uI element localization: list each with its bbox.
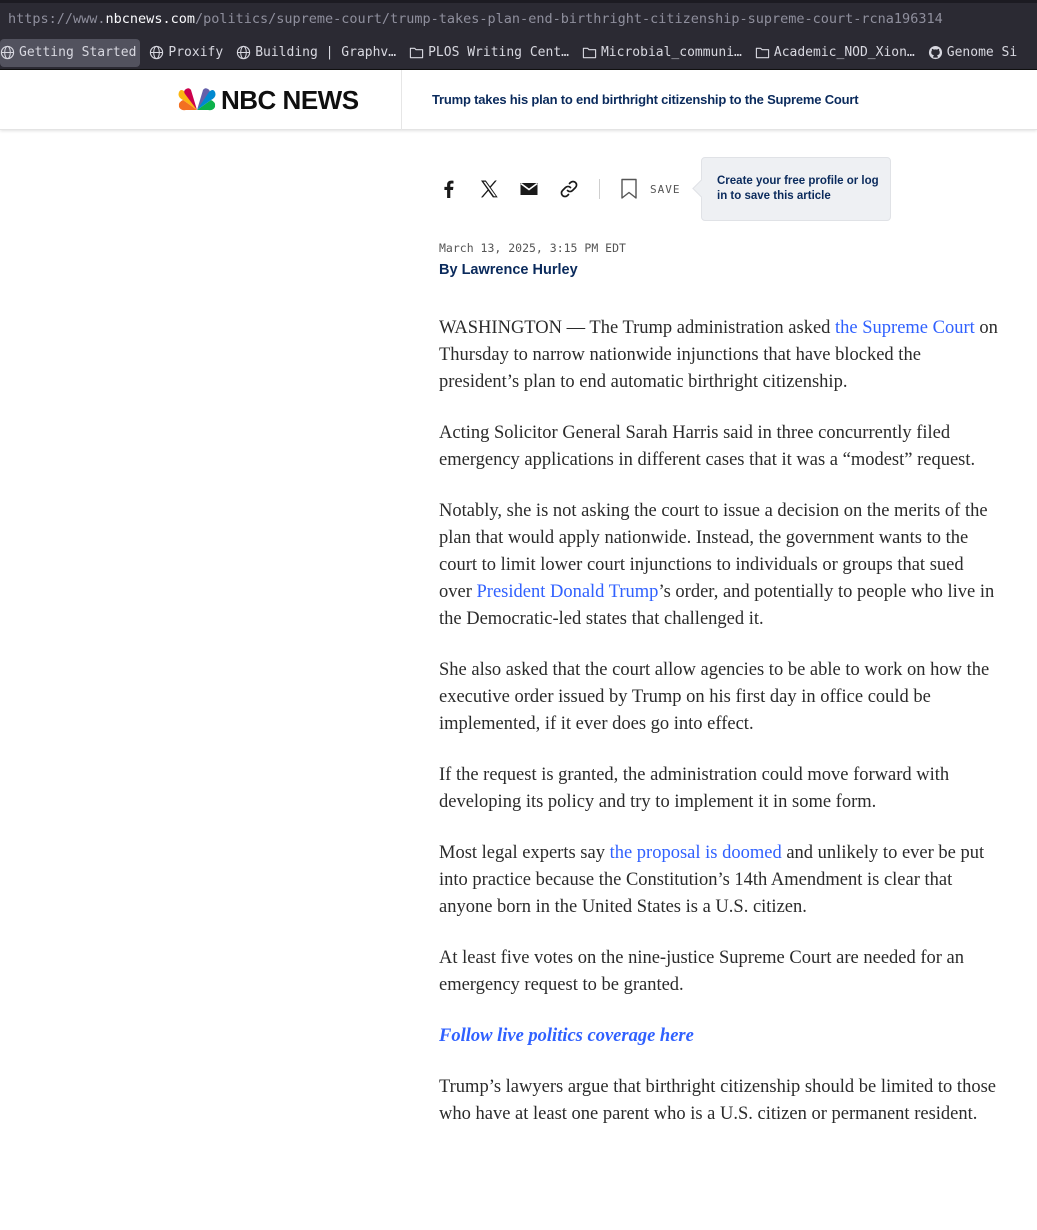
save-label: SAVE <box>650 182 681 196</box>
author-link[interactable]: Lawrence Hurley <box>462 262 578 278</box>
bookmark-icon <box>621 178 637 199</box>
logo-cell: NBC NEWS <box>0 70 402 130</box>
byline: By Lawrence Hurley <box>439 262 578 278</box>
paragraph-text: WASHINGTON — The Trump administration as… <box>439 318 836 338</box>
follow-live-coverage-link[interactable]: Follow live politics coverage here <box>439 1026 694 1046</box>
bookmark-label: Getting Started <box>19 45 137 60</box>
article-paragraph: Acting Solicitor General Sarah Harris sa… <box>439 423 976 470</box>
article-paragraph: Most legal experts say the proposal is d… <box>439 840 999 921</box>
article-paragraph: If the request is granted, the administr… <box>439 765 950 812</box>
site-header: NBC NEWS Trump takes his plan to end bir… <box>0 70 1037 130</box>
share-divider <box>599 179 600 199</box>
folder-icon <box>755 47 770 59</box>
header-article-title: Trump takes his plan to end birthright c… <box>432 92 859 107</box>
url-domain: nbcnews.com <box>105 11 195 27</box>
save-button[interactable]: SAVE <box>620 177 681 201</box>
email-icon[interactable] <box>518 178 540 200</box>
nbc-news-logo[interactable]: NBC NEWS <box>178 86 359 114</box>
article-paragraph: She also asked that the court allow agen… <box>439 660 990 734</box>
article-paragraph: WASHINGTON — The Trump administration as… <box>439 315 999 396</box>
article-paragraph: Notably, she is not asking the court to … <box>439 498 999 633</box>
github-icon <box>928 45 942 60</box>
bookmark-microbial[interactable]: Microbial_communi… <box>582 39 746 67</box>
bookmark-building-graphv[interactable]: Building | Graphv… <box>236 39 400 67</box>
folder-icon <box>582 47 597 59</box>
globe-icon <box>237 45 251 60</box>
share-bar: SAVE Create your free profile or log in … <box>438 157 898 221</box>
donald-trump-link[interactable]: President Donald Trump <box>477 582 659 602</box>
globe-icon <box>0 45 15 60</box>
peacock-icon <box>178 88 216 111</box>
url-prefix: https://www. <box>8 11 106 27</box>
address-bar[interactable]: https://www.nbcnews.com/politics/supreme… <box>0 0 1037 36</box>
facebook-icon[interactable] <box>438 178 460 200</box>
bookmark-label: Academic_NOD_Xion… <box>773 45 915 60</box>
bookmark-label: Building | Graphv… <box>255 45 397 60</box>
bookmark-label: PLOS Writing Cent… <box>428 45 569 60</box>
bookmarks-bar: Getting Started Proxify Building | Graph… <box>0 36 1037 70</box>
article-paragraph: Trump’s lawyers argue that birthright ci… <box>439 1077 996 1124</box>
folder-icon <box>409 47 424 59</box>
copy-link-icon[interactable] <box>558 178 580 200</box>
x-twitter-icon[interactable] <box>478 178 500 200</box>
save-tooltip[interactable]: Create your free profile or log in to sa… <box>701 157 891 221</box>
follow-paragraph: Follow live politics coverage here <box>439 1023 999 1050</box>
bookmark-academic[interactable]: Academic_NOD_Xion… <box>755 39 919 67</box>
bookmark-label: Proxify <box>168 45 224 60</box>
supreme-court-link[interactable]: the Supreme Court <box>835 318 975 338</box>
bookmark-plos-writing[interactable]: PLOS Writing Cent… <box>409 39 573 67</box>
article-paragraph: At least five votes on the nine-justice … <box>439 948 965 995</box>
globe-icon <box>150 45 164 60</box>
article-body: WASHINGTON — The Trump administration as… <box>439 315 999 1152</box>
logo-text: NBC NEWS <box>221 85 359 115</box>
paragraph-text: Most legal experts say <box>439 843 610 863</box>
bookmark-genome[interactable]: Genome Si <box>928 39 1021 67</box>
proposal-doomed-link[interactable]: the proposal is doomed <box>610 843 782 863</box>
bookmark-getting-started[interactable]: Getting Started <box>0 38 141 67</box>
url-path: /politics/supreme-court/trump-takes-plan… <box>194 11 943 27</box>
bookmark-proxify[interactable]: Proxify <box>149 39 227 67</box>
byline-prefix: By <box>439 262 458 278</box>
bookmark-label: Microbial_communi… <box>600 45 742 60</box>
bookmark-label: Genome Si <box>946 45 1018 60</box>
publish-date: March 13, 2025, 3:15 PM EDT <box>439 241 626 255</box>
